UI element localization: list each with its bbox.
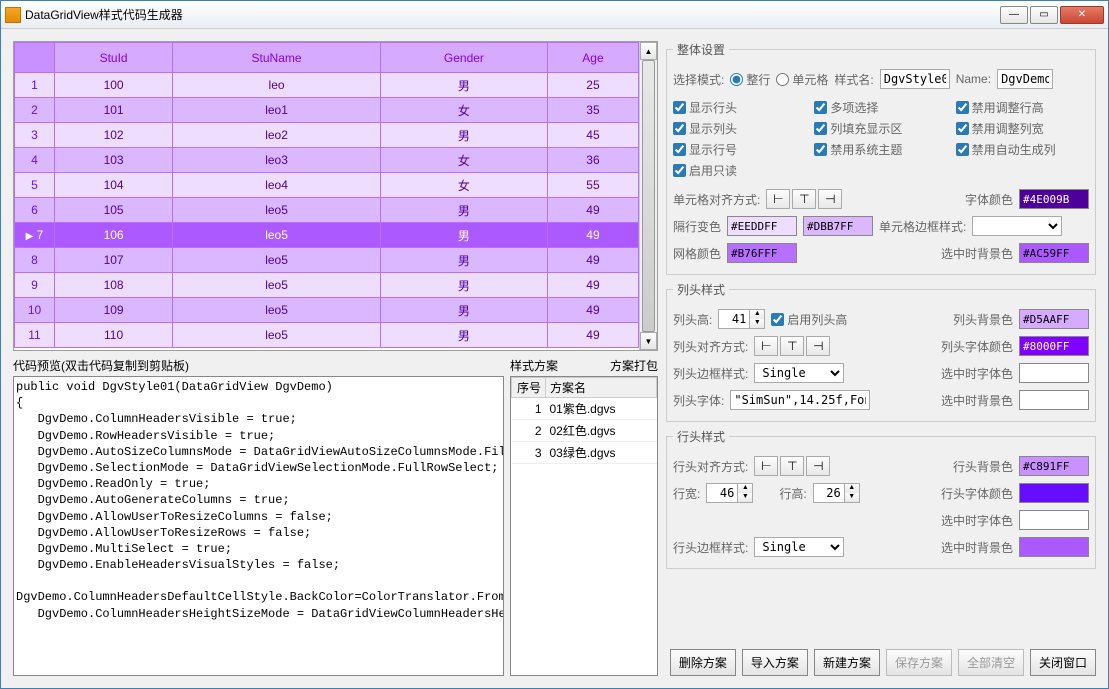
- chk-show-colheader[interactable]: 显示列头: [673, 120, 806, 137]
- rh-align-right[interactable]: ⊣: [806, 456, 830, 476]
- chk-show-rownum[interactable]: 显示行号: [673, 141, 806, 158]
- save-scheme-button[interactable]: 保存方案: [886, 649, 952, 676]
- global-settings: 整体设置 选择模式: 整行 单元格 样式名: Name: 显示行头 多项选择 禁…: [666, 41, 1096, 275]
- chk-noresize-row[interactable]: 禁用调整行高: [956, 99, 1089, 116]
- ch-border-select[interactable]: Single: [754, 363, 844, 383]
- table-row[interactable]: 2101leo1女35: [15, 98, 639, 123]
- row-height-spinner[interactable]: ▲▼: [813, 483, 860, 503]
- rowheader-settings: 行头样式 行头对齐方式: ⊢ ⊤ ⊣ 行头背景色 #C891FF 行宽: ▲▼: [666, 428, 1096, 569]
- font-color-swatch[interactable]: #4E009B: [1019, 189, 1089, 209]
- table-row[interactable]: 4103leo3女36: [15, 148, 639, 173]
- align-right-button[interactable]: ⊣: [818, 189, 842, 209]
- ch-align-right[interactable]: ⊣: [806, 336, 830, 356]
- chk-colheader-height[interactable]: 启用列头高: [771, 311, 847, 328]
- colheader-settings: 列头样式 列头高: ▲▼ 启用列头高 列头背景色 #D5AAFF 列头对齐方式:…: [666, 281, 1096, 422]
- scheme-pack-link[interactable]: 方案打包: [610, 357, 658, 374]
- list-item[interactable]: 303绿色.dgvs: [512, 442, 657, 464]
- table-row[interactable]: 8107leo5男49: [15, 248, 639, 273]
- ch-bg-swatch[interactable]: #D5AAFF: [1019, 309, 1089, 329]
- rh-border-select[interactable]: Single: [754, 537, 844, 557]
- grid-scrollbar[interactable]: ▲ ▼: [639, 42, 657, 350]
- ch-font-input[interactable]: [730, 390, 870, 410]
- align-center-button[interactable]: ⊤: [792, 189, 816, 209]
- scroll-down-icon[interactable]: ▼: [640, 332, 657, 350]
- table-row[interactable]: 3102leo2男45: [15, 123, 639, 148]
- clear-all-button[interactable]: 全部清空: [958, 649, 1024, 676]
- rh-selfc-swatch[interactable]: [1019, 510, 1089, 530]
- close-window-button[interactable]: 关闭窗口: [1030, 649, 1096, 676]
- titlebar: DataGridView样式代码生成器 — ▭ ✕: [1, 1, 1108, 29]
- sel-bg-swatch[interactable]: #AC59FF: [1019, 243, 1089, 263]
- app-icon: [5, 7, 21, 23]
- app-window: DataGridView样式代码生成器 — ▭ ✕ StuIdStuNameGe…: [0, 0, 1109, 689]
- rh-align-center[interactable]: ⊤: [780, 456, 804, 476]
- import-scheme-button[interactable]: 导入方案: [742, 649, 808, 676]
- table-row[interactable]: 5104leo4女55: [15, 173, 639, 198]
- scroll-up-icon[interactable]: ▲: [640, 42, 657, 60]
- ch-fc-swatch[interactable]: #8000FF: [1019, 336, 1089, 356]
- code-preview-label: 代码预览(双击代码复制到剪贴板): [13, 355, 504, 376]
- table-row[interactable]: 6105leo5男49: [15, 198, 639, 223]
- datagrid[interactable]: StuIdStuNameGenderAge1100leo男252101leo1女…: [13, 41, 658, 351]
- chk-readonly[interactable]: 启用只读: [673, 162, 806, 179]
- rh-selbg-swatch[interactable]: #AC59FF: [1019, 537, 1089, 557]
- ch-selbg-swatch[interactable]: [1019, 390, 1089, 410]
- rh-bg-swatch[interactable]: #C891FF: [1019, 456, 1089, 476]
- chk-fillcols[interactable]: 列填充显示区: [814, 120, 947, 137]
- list-item[interactable]: 101紫色.dgvs: [512, 398, 657, 420]
- window-title: DataGridView样式代码生成器: [25, 6, 1000, 23]
- grid-color-swatch[interactable]: #B76FFF: [727, 243, 797, 263]
- alt-color2-swatch[interactable]: #DBB7FF: [803, 216, 873, 236]
- table-row[interactable]: 1100leo男25: [15, 73, 639, 98]
- cell-border-select[interactable]: [972, 216, 1062, 236]
- chk-novisual[interactable]: 禁用系统主题: [814, 141, 947, 158]
- minimize-button[interactable]: —: [1000, 6, 1028, 24]
- name-input[interactable]: [997, 69, 1053, 89]
- scroll-thumb[interactable]: [642, 60, 655, 332]
- maximize-button[interactable]: ▭: [1030, 6, 1058, 24]
- row-width-spinner[interactable]: ▲▼: [706, 483, 753, 503]
- table-row[interactable]: 9108leo5男49: [15, 273, 639, 298]
- chk-show-rowheader[interactable]: 显示行头: [673, 99, 806, 116]
- style-name-input[interactable]: [880, 69, 950, 89]
- table-row[interactable]: 11110leo5男49: [15, 323, 639, 348]
- colheader-height-spinner[interactable]: ▲▼: [718, 309, 765, 329]
- chk-noresize-col[interactable]: 禁用调整列宽: [956, 120, 1089, 137]
- rh-fc-swatch[interactable]: #660DFF: [1019, 483, 1089, 503]
- ch-align-left[interactable]: ⊢: [754, 336, 778, 356]
- table-row[interactable]: ▶ 7106leo5男49: [15, 223, 639, 248]
- table-row[interactable]: 10109leo5男49: [15, 298, 639, 323]
- chk-multiselect[interactable]: 多项选择: [814, 99, 947, 116]
- ch-align-center[interactable]: ⊤: [780, 336, 804, 356]
- code-preview[interactable]: public void DgvStyle01(DataGridView DgvD…: [13, 376, 504, 676]
- list-item[interactable]: 202红色.dgvs: [512, 420, 657, 442]
- ch-selfc-swatch[interactable]: [1019, 363, 1089, 383]
- scheme-list[interactable]: 序号方案名101紫色.dgvs202红色.dgvs303绿色.dgvs: [510, 376, 658, 676]
- align-left-button[interactable]: ⊢: [766, 189, 790, 209]
- mode-row-radio[interactable]: 整行: [730, 71, 770, 88]
- rh-align-left[interactable]: ⊢: [754, 456, 778, 476]
- delete-scheme-button[interactable]: 删除方案: [670, 649, 736, 676]
- scheme-label: 样式方案: [510, 357, 558, 374]
- mode-cell-radio[interactable]: 单元格: [776, 71, 828, 88]
- new-scheme-button[interactable]: 新建方案: [814, 649, 880, 676]
- chk-noautogen[interactable]: 禁用自动生成列: [956, 141, 1089, 158]
- alt-color1-swatch[interactable]: #EEDDFF: [727, 216, 797, 236]
- close-button[interactable]: ✕: [1060, 6, 1104, 24]
